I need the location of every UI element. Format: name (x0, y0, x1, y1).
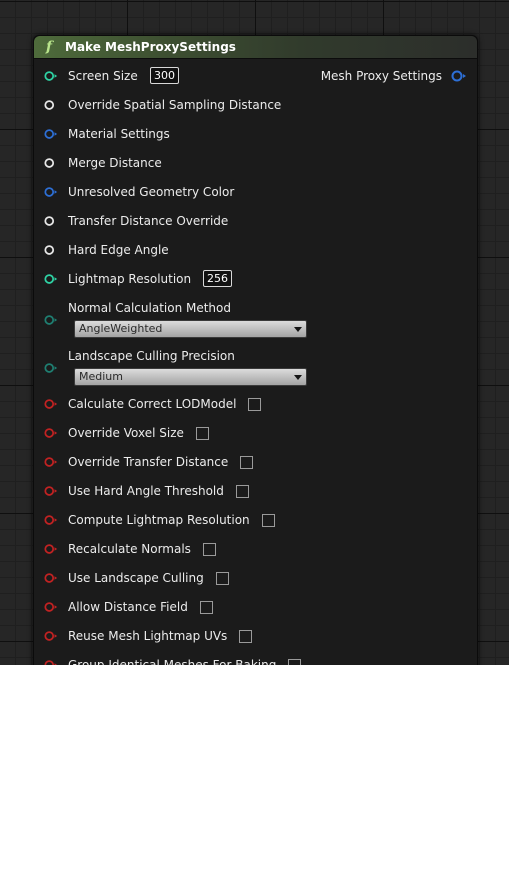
input-pin-label: Calculate Correct LODModel (68, 397, 237, 411)
input-pin-icon[interactable] (44, 426, 58, 440)
input-pin-label: Material Settings (68, 127, 170, 141)
input-pin-label: Use Hard Angle Threshold (68, 484, 224, 498)
input-pin-icon[interactable] (44, 185, 58, 199)
input-pin-row: Override Voxel Size (34, 423, 477, 443)
input-pin-row: Landscape Culling Precision Medium (34, 346, 477, 390)
input-pin-row: Calculate Correct LODModel (34, 394, 477, 414)
checkbox[interactable] (262, 514, 275, 527)
dropdown-selected-value: AngleWeighted (79, 322, 163, 335)
input-pin-row: Material Settings (34, 124, 477, 144)
input-pin-icon[interactable] (44, 361, 58, 375)
input-pin-row: Transfer Distance Override (34, 211, 477, 231)
input-pin-icon[interactable] (44, 600, 58, 614)
input-pin-label: Recalculate Normals (68, 542, 191, 556)
input-pin-label: Override Spatial Sampling Distance (68, 98, 282, 112)
value-input[interactable]: 256 (203, 270, 232, 287)
make-meshproxysettings-node[interactable]: f Make MeshProxySettings Mesh Proxy Sett… (33, 35, 478, 665)
input-pin-label: Use Landscape Culling (68, 571, 204, 585)
input-pin-icon[interactable] (44, 658, 58, 665)
input-pin-row: Compute Lightmap Resolution (34, 510, 477, 530)
input-pin-label: Transfer Distance Override (68, 214, 229, 228)
input-pin-label: Lightmap Resolution (68, 272, 192, 286)
input-pin-icon[interactable] (44, 571, 58, 585)
input-pin-row: Group Identical Meshes For Baking (34, 655, 477, 665)
input-pin-icon[interactable] (44, 397, 58, 411)
input-pin-row: Hard Edge Angle (34, 240, 477, 260)
input-pin-label: Allow Distance Field (68, 600, 188, 614)
input-pin-row: Screen Size 300 (34, 66, 477, 86)
input-pin-row: Allow Distance Field (34, 597, 477, 617)
input-pin-label: Normal Calculation Method (68, 301, 231, 315)
input-pin-row: Merge Distance (34, 153, 477, 173)
checkbox[interactable] (236, 485, 249, 498)
input-pin-icon[interactable] (44, 272, 58, 286)
input-pin-label: Override Transfer Distance (68, 455, 229, 469)
input-pin-icon[interactable] (44, 214, 58, 228)
blueprint-graph-canvas[interactable]: f Make MeshProxySettings Mesh Proxy Sett… (0, 0, 509, 665)
input-pin-icon[interactable] (44, 313, 58, 327)
input-pin-label: Reuse Mesh Lightmap UVs (68, 629, 228, 643)
input-pin-icon[interactable] (44, 156, 58, 170)
input-pin-row: Reuse Mesh Lightmap UVs (34, 626, 477, 646)
checkbox[interactable] (288, 659, 301, 665)
input-pin-label: Landscape Culling Precision (68, 349, 235, 363)
input-pin-icon[interactable] (44, 127, 58, 141)
input-pin-label: Screen Size (68, 69, 138, 83)
input-pin-label: Override Voxel Size (68, 426, 184, 440)
input-pin-label: Hard Edge Angle (68, 243, 169, 257)
enum-dropdown[interactable]: AngleWeighted (74, 320, 307, 338)
checkbox[interactable] (200, 601, 213, 614)
input-pin-icon[interactable] (44, 243, 58, 257)
input-pin-row: Use Hard Angle Threshold (34, 481, 477, 501)
input-pin-label: Group Identical Meshes For Baking (68, 658, 277, 665)
input-pin-icon[interactable] (44, 513, 58, 527)
checkbox[interactable] (196, 427, 209, 440)
checkbox[interactable] (216, 572, 229, 585)
input-pin-label: Unresolved Geometry Color (68, 185, 235, 199)
value-input[interactable]: 300 (150, 67, 179, 84)
input-pin-row: Unresolved Geometry Color (34, 182, 477, 202)
checkbox[interactable] (248, 398, 261, 411)
input-pin-row: Use Landscape Culling (34, 568, 477, 588)
checkbox[interactable] (239, 630, 252, 643)
node-title: Make MeshProxySettings (65, 40, 236, 54)
dropdown-selected-value: Medium (79, 370, 123, 383)
checkbox[interactable] (240, 456, 253, 469)
function-icon: f (45, 39, 53, 55)
input-pin-label: Compute Lightmap Resolution (68, 513, 250, 527)
input-pin-row: Recalculate Normals (34, 539, 477, 559)
checkbox[interactable] (203, 543, 216, 556)
input-pin-label: Merge Distance (68, 156, 162, 170)
input-pin-row: Normal Calculation Method AngleWeighted (34, 298, 477, 342)
input-pin-icon[interactable] (44, 455, 58, 469)
chevron-down-icon (294, 375, 302, 380)
input-pin-icon[interactable] (44, 69, 58, 83)
input-pin-row: Lightmap Resolution 256 (34, 269, 477, 289)
input-pin-icon[interactable] (44, 484, 58, 498)
node-header[interactable]: f Make MeshProxySettings (34, 36, 477, 59)
chevron-down-icon (294, 327, 302, 332)
input-pin-icon[interactable] (44, 98, 58, 112)
input-pin-row: Override Spatial Sampling Distance (34, 95, 477, 115)
input-pin-icon[interactable] (44, 629, 58, 643)
input-pin-row: Override Transfer Distance (34, 452, 477, 472)
input-pin-icon[interactable] (44, 542, 58, 556)
enum-dropdown[interactable]: Medium (74, 368, 307, 386)
